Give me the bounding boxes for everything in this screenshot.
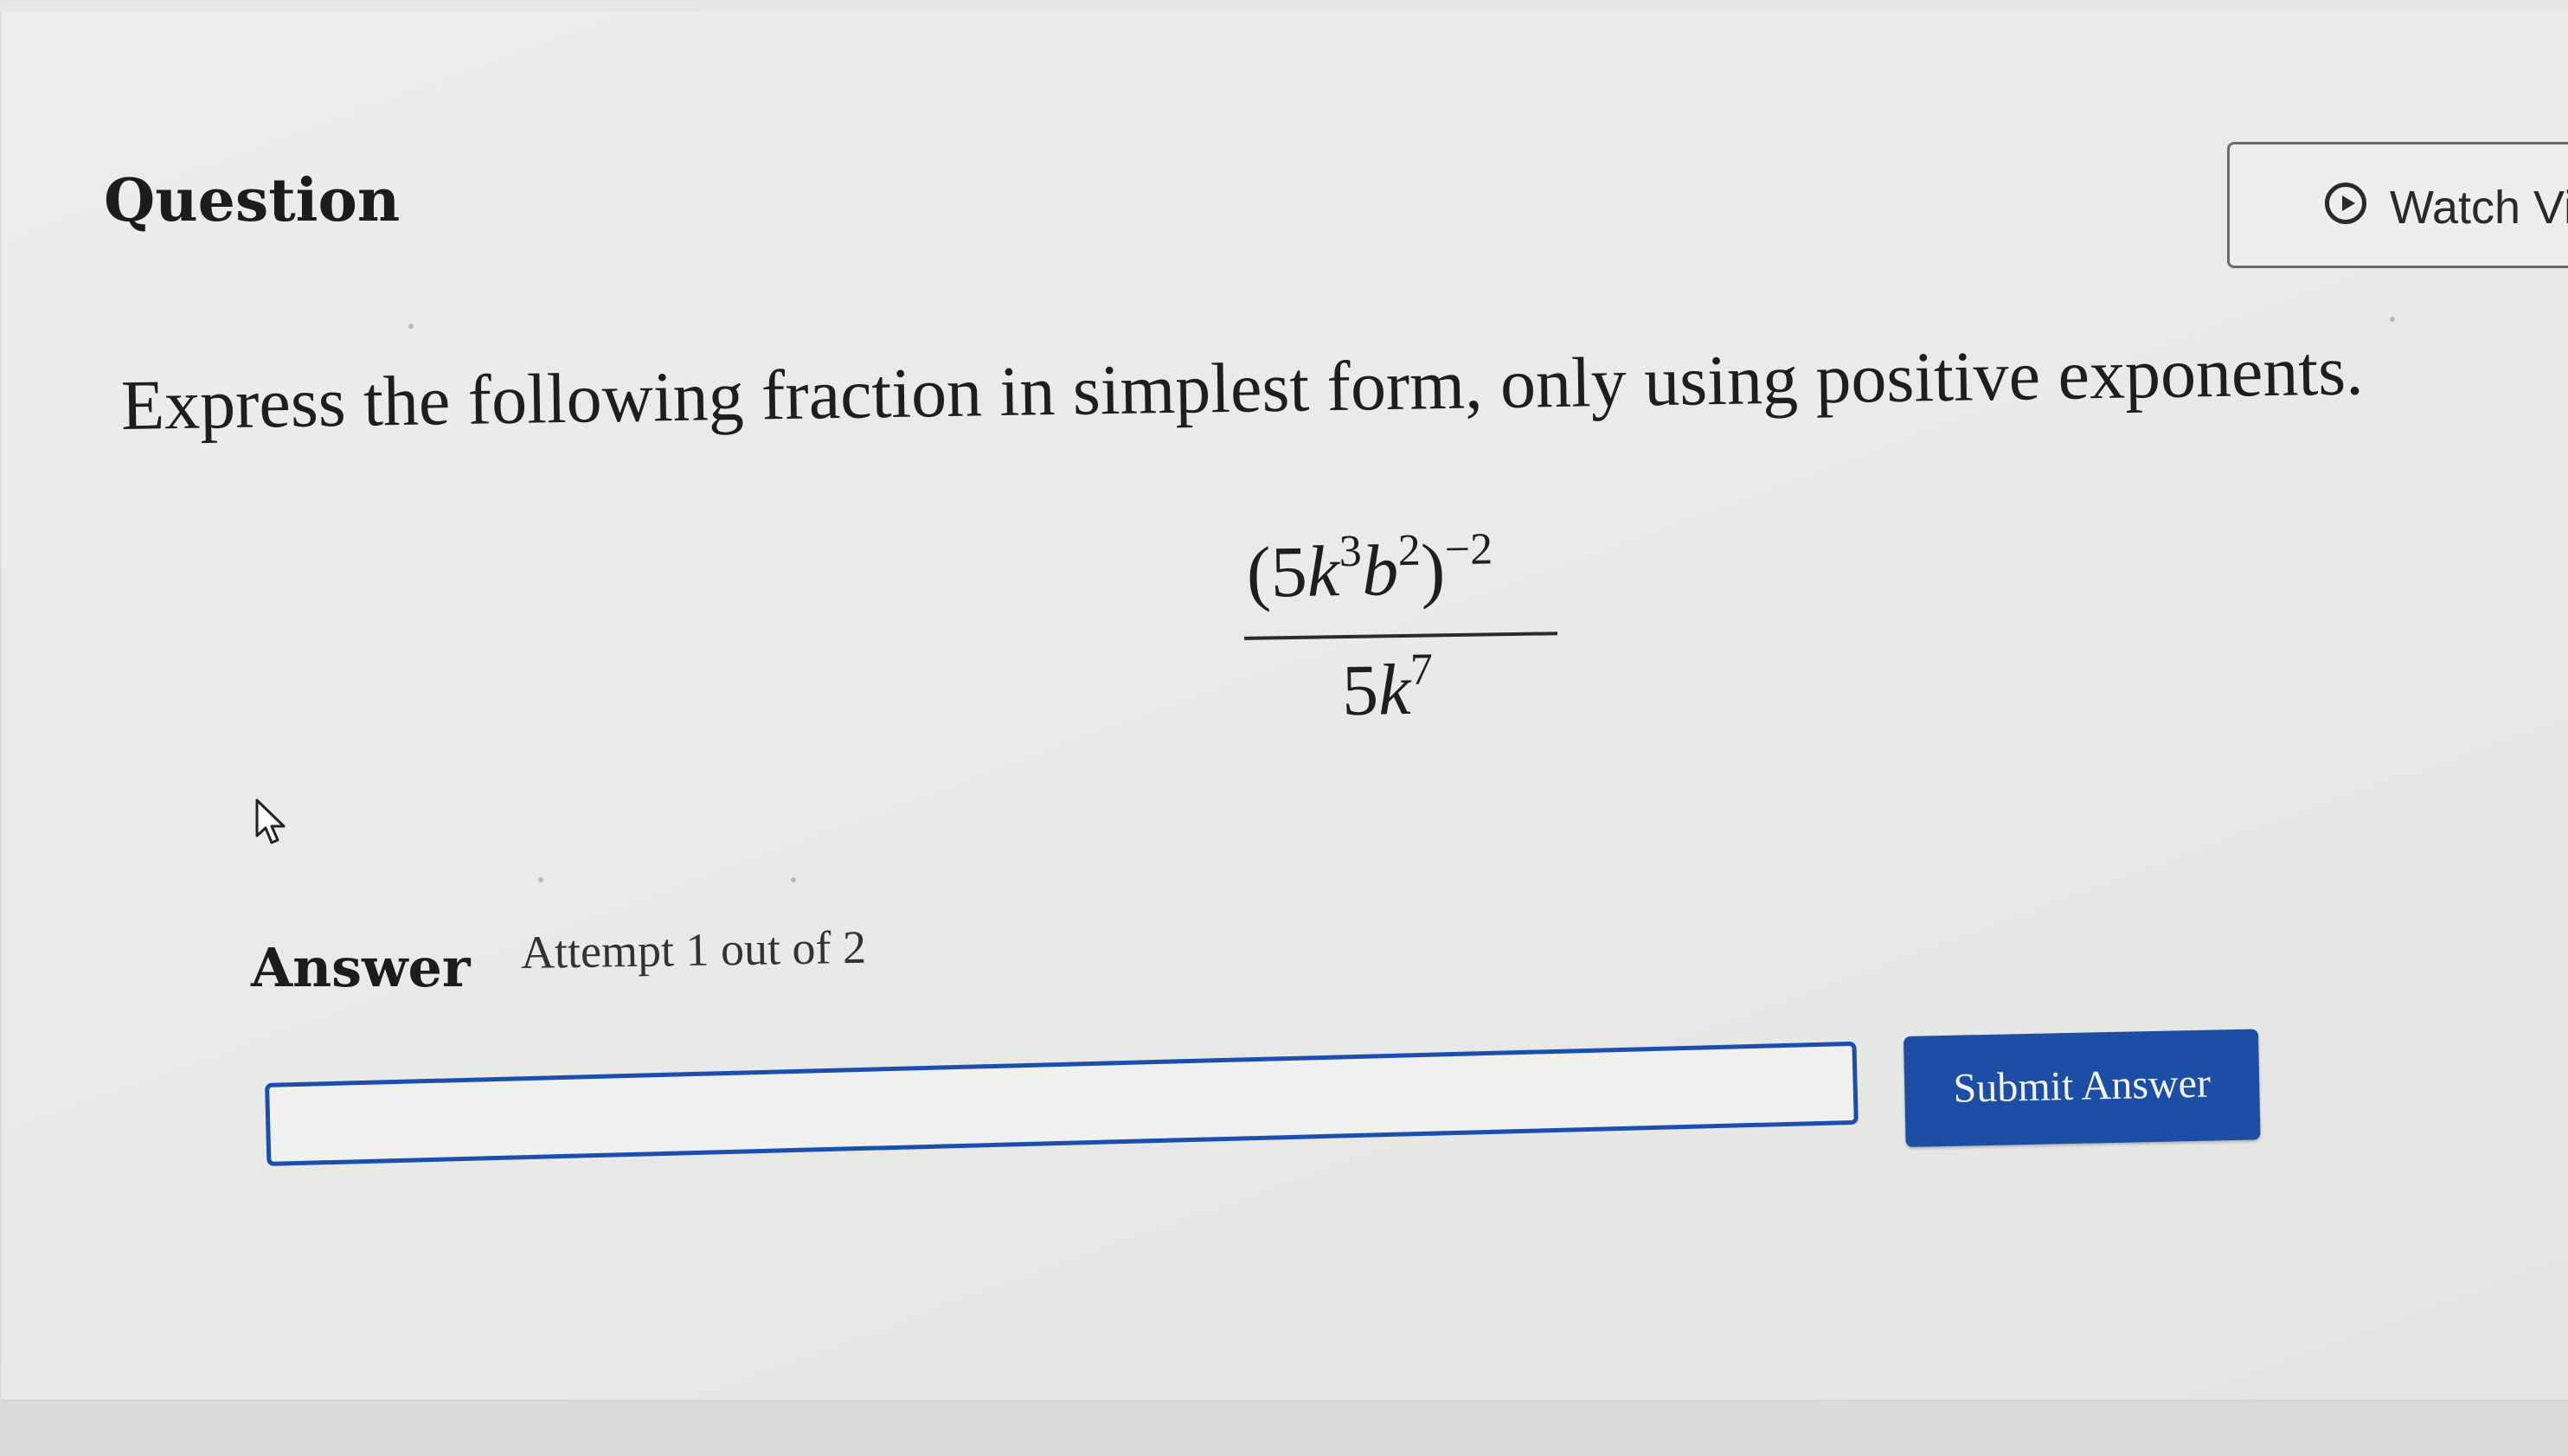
screen: Question Watch Vi Express the following … [0, 0, 2568, 1456]
attempt-counter: Attempt 1 out of 2 [520, 920, 867, 978]
numerator-var-b: b [1361, 530, 1399, 612]
denominator-var-k: k [1377, 649, 1412, 731]
question-card: Question Watch Vi Express the following … [0, 12, 2568, 1401]
fraction-numerator: (5k3b2)−2 [1246, 524, 1493, 614]
fraction-bar [1244, 632, 1558, 640]
submit-answer-button[interactable]: Submit Answer [1904, 1029, 2261, 1147]
screen-speck [538, 877, 543, 882]
fraction-expression: (5k3b2)−2 5k7 [1237, 524, 1561, 739]
outer-exponent: −2 [1444, 524, 1493, 575]
submit-answer-label: Submit Answer [1953, 1060, 2212, 1112]
question-heading: Question [104, 166, 401, 235]
numerator-open: (5 [1246, 531, 1308, 613]
fraction-denominator: 5k7 [1341, 645, 1434, 733]
denominator-coefficient: 5 [1341, 650, 1379, 732]
mouse-pointer-icon [255, 799, 286, 844]
numerator-close: ) [1420, 529, 1446, 611]
screen-speck [408, 324, 414, 329]
b-exponent: 2 [1397, 525, 1422, 576]
watch-video-button[interactable]: Watch Vi [2227, 142, 2568, 268]
screen-speck [2390, 317, 2395, 322]
watch-video-label: Watch Vi [2390, 182, 2568, 234]
screen-speck [791, 877, 796, 882]
answer-label: Answer [251, 936, 471, 999]
play-circle-icon [2325, 183, 2366, 224]
question-prompt: Express the following fraction in simple… [120, 330, 2365, 445]
k-exponent: 3 [1339, 526, 1363, 577]
answer-input[interactable] [265, 1041, 1859, 1166]
numerator-var-k: k [1306, 531, 1340, 613]
denominator-exponent: 7 [1409, 645, 1434, 695]
